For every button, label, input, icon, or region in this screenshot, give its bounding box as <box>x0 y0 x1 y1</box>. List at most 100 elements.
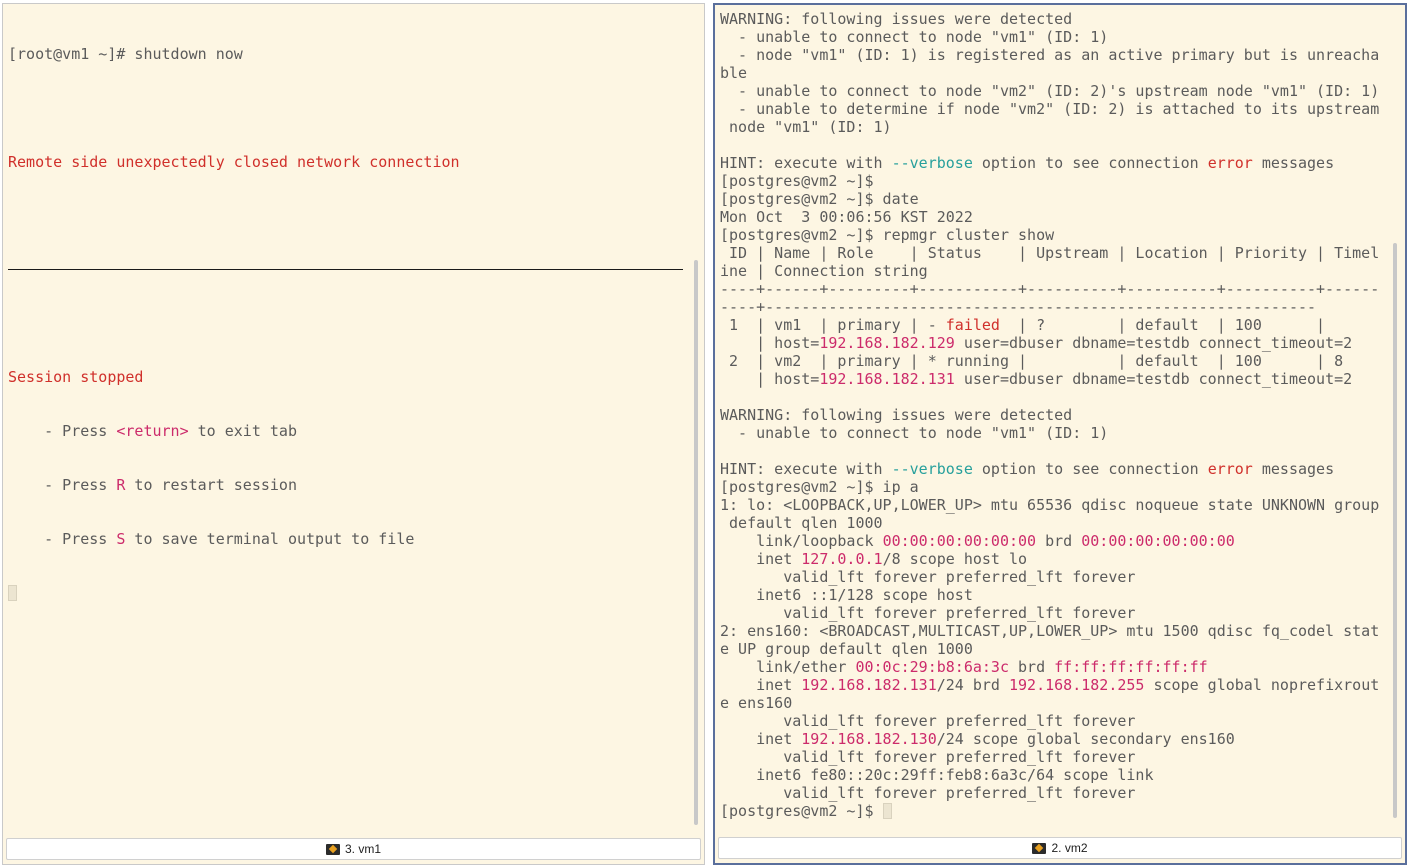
terminal-text-segment: valid_lft forever preferred_lft forever <box>720 604 1136 622</box>
terminal-text-segment: - unable to connect to node "vm2" (ID: 2… <box>720 82 1380 100</box>
terminal-text-segment: link/ether <box>720 658 856 676</box>
terminal-line: HINT: execute with --verbose option to s… <box>720 460 1405 478</box>
right-scrollbar[interactable] <box>1393 243 1397 818</box>
terminal-line: valid_lft forever preferred_lft forever <box>720 784 1405 802</box>
tab-label: 3. vm1 <box>344 842 381 856</box>
right-terminal-output[interactable]: WARNING: following issues were detected … <box>715 5 1405 833</box>
terminal-line: 2 | vm2 | primary | * running | | defaul… <box>720 352 1405 370</box>
terminal-text-segment: inet <box>720 550 802 568</box>
terminal-line: [postgres@vm2 ~]$ <box>720 802 1405 820</box>
terminal-line: 1 | vm1 | primary | - failed | ? | defau… <box>720 316 1405 334</box>
terminal-text-segment: messages <box>1252 154 1335 172</box>
terminal-text-segment: scope global noprefixrout <box>1144 676 1380 694</box>
terminal-text-segment: /8 scope host lo <box>882 550 1028 568</box>
terminal-line: valid_lft forever preferred_lft forever <box>720 568 1405 586</box>
terminal-text-segment: [postgres@vm2 ~]$ date <box>720 190 919 208</box>
left-scrollbar[interactable] <box>694 260 698 825</box>
terminal-text-segment: ----+-----------------------------------… <box>720 298 1317 316</box>
terminal-line: valid_lft forever preferred_lft forever <box>720 712 1405 730</box>
terminal-line: Mon Oct 3 00:06:56 KST 2022 <box>720 208 1405 226</box>
return-key-label: <return> <box>116 422 189 440</box>
terminal-line: - unable to connect to node "vm2" (ID: 2… <box>720 82 1405 100</box>
terminal-text-segment: valid_lft forever preferred_lft forever <box>720 712 1136 730</box>
terminal-text-segment: inet6 fe80::20c:29ff:feb8:6a3c/64 scope … <box>720 766 1154 784</box>
terminal-line: [postgres@vm2 ~]$ <box>720 172 1405 190</box>
terminal-text-segment: option to see connection <box>972 460 1208 478</box>
hint-restart-session: - Press R to restart session <box>8 476 297 494</box>
terminal-text-segment: 00:00:00:00:00:00 <box>1081 532 1235 550</box>
empty-line <box>8 314 704 332</box>
terminal-text-segment: HINT: execute with <box>720 460 892 478</box>
terminal-text-segment: error <box>1207 460 1253 478</box>
terminal-text-segment: 127.0.0.1 <box>801 550 883 568</box>
terminal-text-segment: valid_lft forever preferred_lft forever <box>720 748 1136 766</box>
terminal-cursor <box>882 803 892 819</box>
connection-error-message: Remote side unexpectedly closed network … <box>8 153 460 171</box>
terminal-text-segment: 1 | vm1 | primary | - <box>720 316 946 334</box>
tab-label: 2. vm2 <box>1051 841 1088 855</box>
terminal-text-segment: WARNING: following issues were detected <box>720 406 1073 424</box>
terminal-text-segment: failed <box>945 316 1000 334</box>
terminal-line: valid_lft forever preferred_lft forever <box>720 748 1405 766</box>
terminal-text-segment: - node "vm1" (ID: 1) is registered as an… <box>720 46 1380 64</box>
hint-save-output: - Press S to save terminal output to fil… <box>8 530 415 548</box>
session-stopped-label: Session stopped <box>8 368 144 386</box>
terminal-text-segment: - unable to connect to node "vm1" (ID: 1… <box>720 424 1109 442</box>
terminal-line: [postgres@vm2 ~]$ ip a <box>720 478 1405 496</box>
left-tab-bar: 3. vm1 <box>3 834 704 864</box>
terminal-text-segment: inet6 ::1/128 scope host <box>720 586 973 604</box>
putty-terminal-icon <box>1032 842 1047 854</box>
terminal-text-segment: valid_lft forever preferred_lft forever <box>720 784 1136 802</box>
terminal-text-segment: ff:ff:ff:ff:ff:ff <box>1054 658 1208 676</box>
left-terminal-pane[interactable]: [root@vm1 ~]# shutdown now Remote side u… <box>2 3 705 865</box>
terminal-text-segment: [postgres@vm2 ~]$ <box>720 172 874 190</box>
terminal-text-segment: 00:0c:29:b8:6a:3c <box>855 658 1009 676</box>
terminal-text-segment: link/loopback <box>720 532 883 550</box>
terminal-line: inet 192.168.182.130/24 scope global sec… <box>720 730 1405 748</box>
terminal-text-segment: | host= <box>720 370 820 388</box>
terminal-cursor <box>8 585 17 601</box>
terminal-text-segment: valid_lft forever preferred_lft forever <box>720 568 1136 586</box>
terminal-text-segment: | host= <box>720 334 820 352</box>
terminal-line: WARNING: following issues were detected <box>720 10 1405 28</box>
terminal-line: - unable to determine if node "vm2" (ID:… <box>720 100 1405 118</box>
terminal-line: | host=192.168.182.131 user=dbuser dbnam… <box>720 370 1405 388</box>
terminal-line: ble <box>720 64 1405 82</box>
terminal-text-segment: WARNING: following issues were detected <box>720 10 1073 28</box>
terminal-line: inet6 fe80::20c:29ff:feb8:6a3c/64 scope … <box>720 766 1405 784</box>
prompt-line: [root@vm1 ~]# shutdown now <box>8 45 243 63</box>
terminal-text-segment: brd <box>1036 532 1082 550</box>
terminal-text-segment: Mon Oct 3 00:06:56 KST 2022 <box>720 208 973 226</box>
terminal-line: e ens160 <box>720 694 1405 712</box>
terminal-text-segment: 2 | vm2 | primary | * running | | defaul… <box>720 352 1344 370</box>
terminal-text-segment: default qlen 1000 <box>720 514 883 532</box>
terminal-text-segment: 2: ens160: <BROADCAST,MULTICAST,UP,LOWER… <box>720 622 1380 640</box>
tab-vm2[interactable]: 2. vm2 <box>718 837 1402 859</box>
terminal-text-segment: --verbose <box>891 154 973 172</box>
terminal-text-segment: 192.168.182.129 <box>819 334 955 352</box>
terminal-line: ine | Connection string <box>720 262 1405 280</box>
right-terminal-pane[interactable]: WARNING: following issues were detected … <box>713 3 1407 865</box>
terminal-line: ID | Name | Role | Status | Upstream | L… <box>720 244 1405 262</box>
terminal-text-segment: 1: lo: <LOOPBACK,UP,LOWER_UP> mtu 65536 … <box>720 496 1380 514</box>
terminal-text-segment: user=dbuser dbname=testdb connect_timeou… <box>954 370 1353 388</box>
terminal-line: valid_lft forever preferred_lft forever <box>720 604 1405 622</box>
terminal-text-segment: 00:00:00:00:00:00 <box>882 532 1037 550</box>
tab-vm1[interactable]: 3. vm1 <box>6 838 701 860</box>
terminal-line: [postgres@vm2 ~]$ date <box>720 190 1405 208</box>
terminal-text-segment: option to see connection <box>972 154 1208 172</box>
left-terminal-output[interactable]: [root@vm1 ~]# shutdown now Remote side u… <box>3 4 704 834</box>
terminal-line: e UP group default qlen 1000 <box>720 640 1405 658</box>
terminal-text-segment: user=dbuser dbname=testdb connect_timeou… <box>954 334 1353 352</box>
terminal-text-segment: inet <box>720 676 802 694</box>
putty-terminal-icon <box>325 843 340 855</box>
terminal-text-segment: [postgres@vm2 ~]$ ip a <box>720 478 919 496</box>
terminal-text-segment: --verbose <box>891 460 973 478</box>
terminal-text-segment: /24 brd <box>936 676 1009 694</box>
terminal-line: inet 192.168.182.131/24 brd 192.168.182.… <box>720 676 1405 694</box>
terminal-line: ----+------+---------+-----------+------… <box>720 280 1405 298</box>
terminal-line: [postgres@vm2 ~]$ repmgr cluster show <box>720 226 1405 244</box>
terminal-text-segment: 192.168.182.131 <box>801 676 937 694</box>
